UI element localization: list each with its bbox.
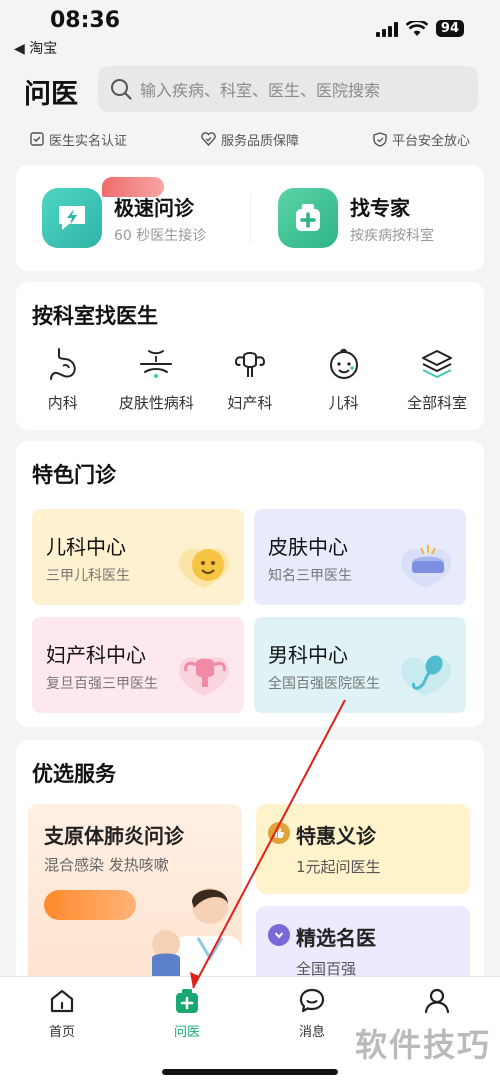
tile-title: 妇产科中心	[46, 643, 146, 667]
special-section-title: 特色门诊	[32, 463, 116, 487]
skin-icon	[136, 344, 176, 384]
dept-label: 儿科	[328, 394, 359, 412]
trust-item-real-name: 医生实名认证	[30, 124, 127, 154]
page-title: 问医	[24, 79, 78, 110]
mycoplasma-consult-tile[interactable]: 支原体肺炎问诊 混合感染 发热咳嗽	[28, 804, 242, 990]
trust-item-security: 平台安全放心	[373, 124, 470, 154]
search-input[interactable]: 输入疾病、科室、医生、医院搜索	[98, 66, 478, 112]
trust-item-quality: 服务品质保障	[201, 124, 299, 154]
department-section-title: 按科室找医生	[32, 304, 158, 328]
special-clinic-card: 特色门诊 儿科中心 三甲儿科医生 皮肤中心 知名三甲医生 妇产科中心 复旦百强三…	[16, 441, 484, 727]
dept-label: 皮肤性病科	[118, 394, 194, 412]
tab-messages[interactable]: 消息	[272, 987, 352, 1040]
home-indicator	[162, 1069, 338, 1075]
find-expert-button[interactable]: 找专家 按疾病按科室	[278, 185, 434, 251]
department-card: 按科室找医生 内科 皮肤性病科 妇产科 儿科 全部科室	[16, 282, 484, 430]
tile-subtitle: 全国百强医院医生	[268, 676, 380, 692]
tab-profile[interactable]	[397, 987, 477, 1021]
find-expert-title: 找专家	[350, 195, 410, 220]
stomach-icon	[43, 344, 83, 384]
baby-face-icon	[324, 344, 364, 384]
skin-layer-icon	[401, 545, 451, 588]
tile-title: 皮肤中心	[268, 535, 348, 559]
sperm-icon	[401, 655, 451, 696]
tile-subtitle: 1元起问医生	[296, 858, 381, 876]
doctor-with-baby-image	[152, 888, 242, 990]
message-icon	[299, 988, 325, 1013]
tile-subtitle: 混合感染 发热咳嗽	[44, 856, 169, 874]
signal-icon	[375, 21, 398, 37]
quick-consult-card: 极速问诊 60 秒医生接诊 找专家 按疾病按科室	[16, 165, 484, 271]
obstetrics-center-tile[interactable]: 妇产科中心 复旦百强三甲医生	[32, 617, 244, 713]
trust-label: 医生实名认证	[49, 133, 128, 149]
tile-title: 特惠义诊	[296, 824, 376, 848]
department-list: 内科 皮肤性病科 妇产科 儿科 全部科室	[16, 344, 484, 413]
dept-dermatology[interactable]: 皮肤性病科	[111, 344, 201, 413]
medical-case-icon	[176, 989, 198, 1013]
divider	[250, 193, 251, 243]
wifi-icon	[405, 20, 428, 36]
dept-all[interactable]: 全部科室	[392, 344, 482, 413]
consult-now-button[interactable]	[44, 890, 136, 920]
lightning-chat-icon	[42, 188, 102, 248]
tile-title: 男科中心	[268, 643, 348, 667]
heart-check-icon	[201, 132, 216, 146]
tile-title: 精选名医	[296, 926, 376, 950]
dermatology-center-tile[interactable]: 皮肤中心 知名三甲医生	[254, 509, 466, 605]
trust-badges: 医生实名认证 服务品质保障 平台安全放心	[0, 124, 500, 154]
tile-subtitle: 知名三甲医生	[268, 568, 352, 584]
status-bar: 08:36 ◀ 淘宝 94	[0, 0, 500, 60]
baby-face-icon	[179, 548, 229, 588]
tab-home[interactable]: 首页	[22, 987, 102, 1040]
battery-indicator: 94	[435, 20, 464, 37]
uterus-icon	[179, 656, 229, 696]
trust-label: 平台安全放心	[391, 133, 470, 149]
layers-icon	[417, 344, 457, 384]
header: 问医 输入疾病、科室、医生、医院搜索	[0, 62, 500, 118]
discount-consult-tile[interactable]: 特惠义诊 1元起问医生	[256, 804, 470, 894]
checkbox-icon	[30, 132, 44, 146]
trust-label: 服务品质保障	[220, 133, 299, 149]
shield-check-icon	[373, 131, 387, 147]
profile-icon	[424, 988, 450, 1014]
promo-badge	[102, 177, 164, 197]
find-expert-subtitle: 按疾病按科室	[350, 227, 434, 244]
tab-label: 消息	[298, 1025, 325, 1040]
tab-label: 问医	[173, 1025, 200, 1040]
watermark: 软件技巧	[355, 1026, 492, 1064]
status-indicators: 94	[375, 20, 464, 37]
pediatric-center-tile[interactable]: 儿科中心 三甲儿科医生	[32, 509, 244, 605]
tile-title: 支原体肺炎问诊	[44, 824, 184, 848]
dept-internal-medicine[interactable]: 内科	[18, 344, 108, 413]
dept-pediatrics[interactable]: 儿科	[299, 344, 389, 413]
thumbs-up-icon	[268, 822, 290, 844]
quick-consult-button[interactable]: 极速问诊 60 秒医生接诊	[42, 177, 207, 251]
status-time: 08:36	[50, 8, 121, 33]
search-icon	[111, 79, 132, 100]
uterus-icon	[230, 344, 270, 384]
home-icon	[50, 989, 74, 1013]
andrology-center-tile[interactable]: 男科中心 全国百强医院医生	[254, 617, 466, 713]
dept-label: 全部科室	[407, 394, 468, 412]
quick-consult-subtitle: 60 秒医生接诊	[114, 227, 207, 244]
dept-label: 内科	[47, 394, 78, 412]
search-placeholder: 输入疾病、科室、医生、医院搜索	[140, 81, 381, 100]
back-to-app-link[interactable]: ◀ 淘宝	[14, 38, 57, 58]
chevron-down-icon	[268, 924, 290, 946]
tile-title: 儿科中心	[46, 535, 126, 559]
tab-ask-doctor[interactable]: 问医	[147, 987, 227, 1040]
medical-kit-icon	[278, 188, 338, 248]
dept-label: 妇产科	[227, 394, 273, 412]
tab-label: 首页	[48, 1025, 75, 1040]
preferred-service-card: 优选服务 支原体肺炎问诊 混合感染 发热咳嗽 特惠义诊 1元起问医生 精选名医 …	[16, 740, 484, 990]
preferred-section-title: 优选服务	[32, 762, 116, 786]
dept-obstetrics[interactable]: 妇产科	[205, 344, 295, 413]
tile-subtitle: 三甲儿科医生	[46, 568, 130, 584]
tile-subtitle: 复旦百强三甲医生	[46, 676, 158, 692]
